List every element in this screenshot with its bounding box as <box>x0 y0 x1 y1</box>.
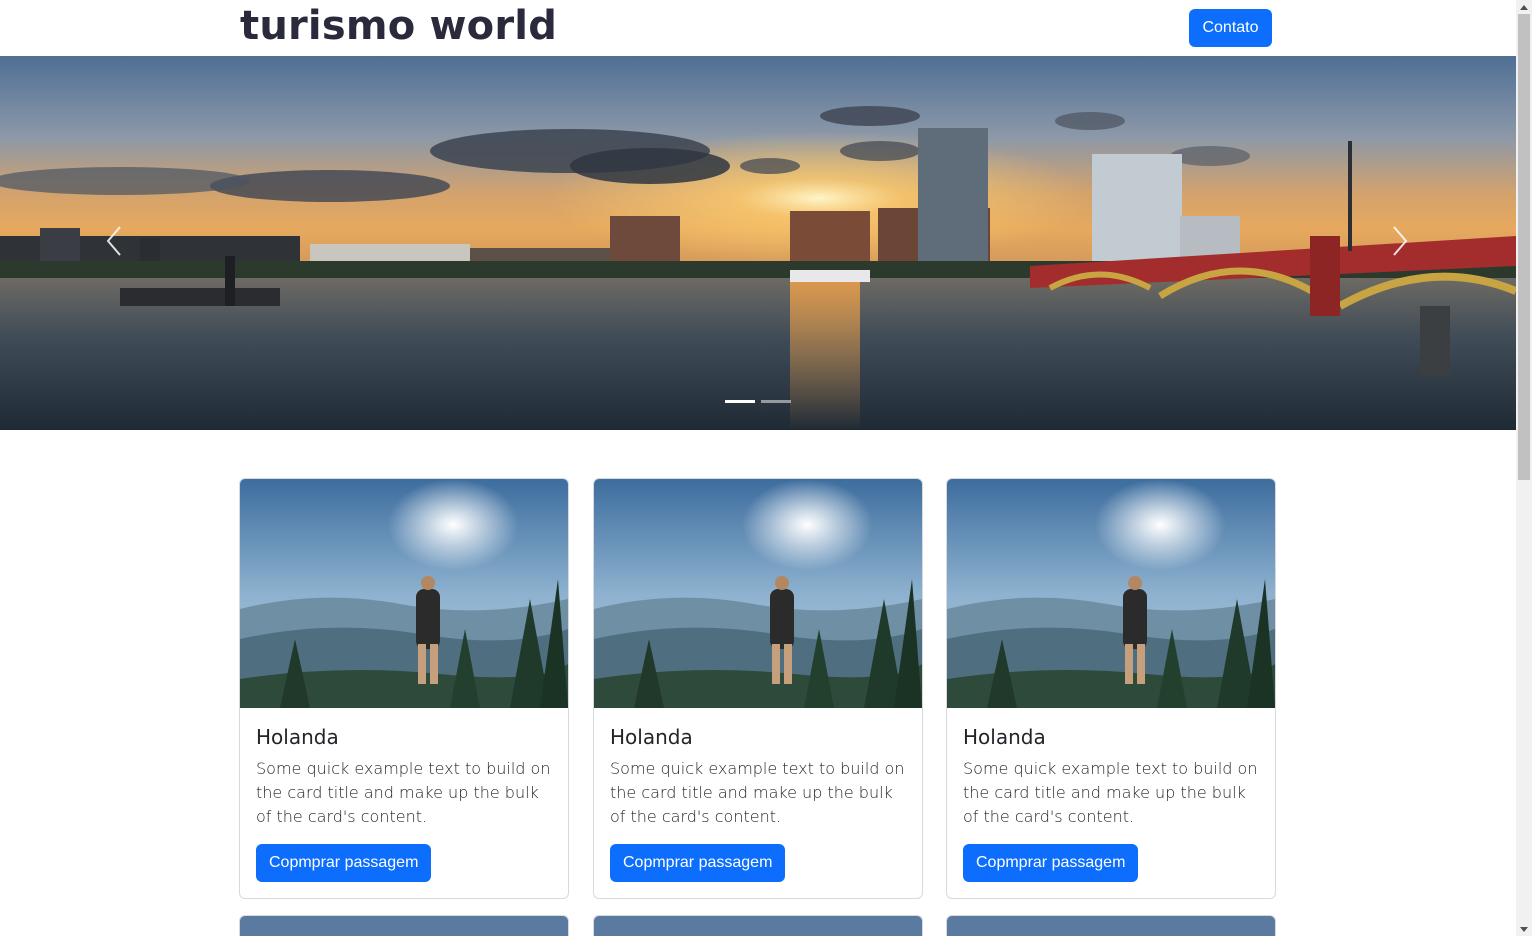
chevron-left-icon <box>106 226 121 256</box>
scrollbar-thumb[interactable] <box>1518 14 1530 480</box>
carousel-indicator[interactable] <box>725 400 755 403</box>
contact-button[interactable]: Contato <box>1189 9 1272 47</box>
buy-ticket-button[interactable]: Copmprar passagem <box>256 844 432 882</box>
carousel-next-button[interactable] <box>1380 216 1420 266</box>
carousel-indicators <box>725 400 791 403</box>
navbar: turismo world Contato <box>0 0 1516 56</box>
scroll-down-arrow-icon[interactable] <box>1516 922 1532 936</box>
destination-card-partial <box>946 915 1276 936</box>
hero-carousel <box>0 56 1516 430</box>
carousel-indicator[interactable] <box>761 400 791 403</box>
page-viewport: turismo world Contato Holanda Some quick… <box>0 0 1516 936</box>
card-image <box>240 479 568 708</box>
destination-card: Holanda Some quick example text to build… <box>593 478 923 899</box>
card-image <box>594 479 922 708</box>
card-title: Holanda <box>256 725 339 749</box>
destination-card: Holanda Some quick example text to build… <box>946 478 1276 899</box>
destination-card: Holanda Some quick example text to build… <box>239 478 569 899</box>
card-image <box>947 479 1275 708</box>
scroll-up-arrow-icon[interactable] <box>1516 0 1532 14</box>
destination-card-partial <box>593 915 923 936</box>
brand-title[interactable]: turismo world <box>240 2 557 50</box>
card-text: Some quick example text to build on the … <box>610 759 905 826</box>
destination-card-partial <box>239 915 569 936</box>
vertical-scrollbar[interactable] <box>1516 0 1532 936</box>
card-title: Holanda <box>610 725 693 749</box>
card-title: Holanda <box>963 725 1046 749</box>
buy-ticket-button[interactable]: Copmprar passagem <box>610 844 786 882</box>
carousel-prev-button[interactable] <box>94 216 134 266</box>
card-text: Some quick example text to build on the … <box>256 759 551 826</box>
carousel-slide-image <box>0 56 1516 430</box>
chevron-right-icon <box>1393 226 1408 256</box>
card-text: Some quick example text to build on the … <box>963 759 1258 826</box>
buy-ticket-button[interactable]: Copmprar passagem <box>963 844 1139 882</box>
